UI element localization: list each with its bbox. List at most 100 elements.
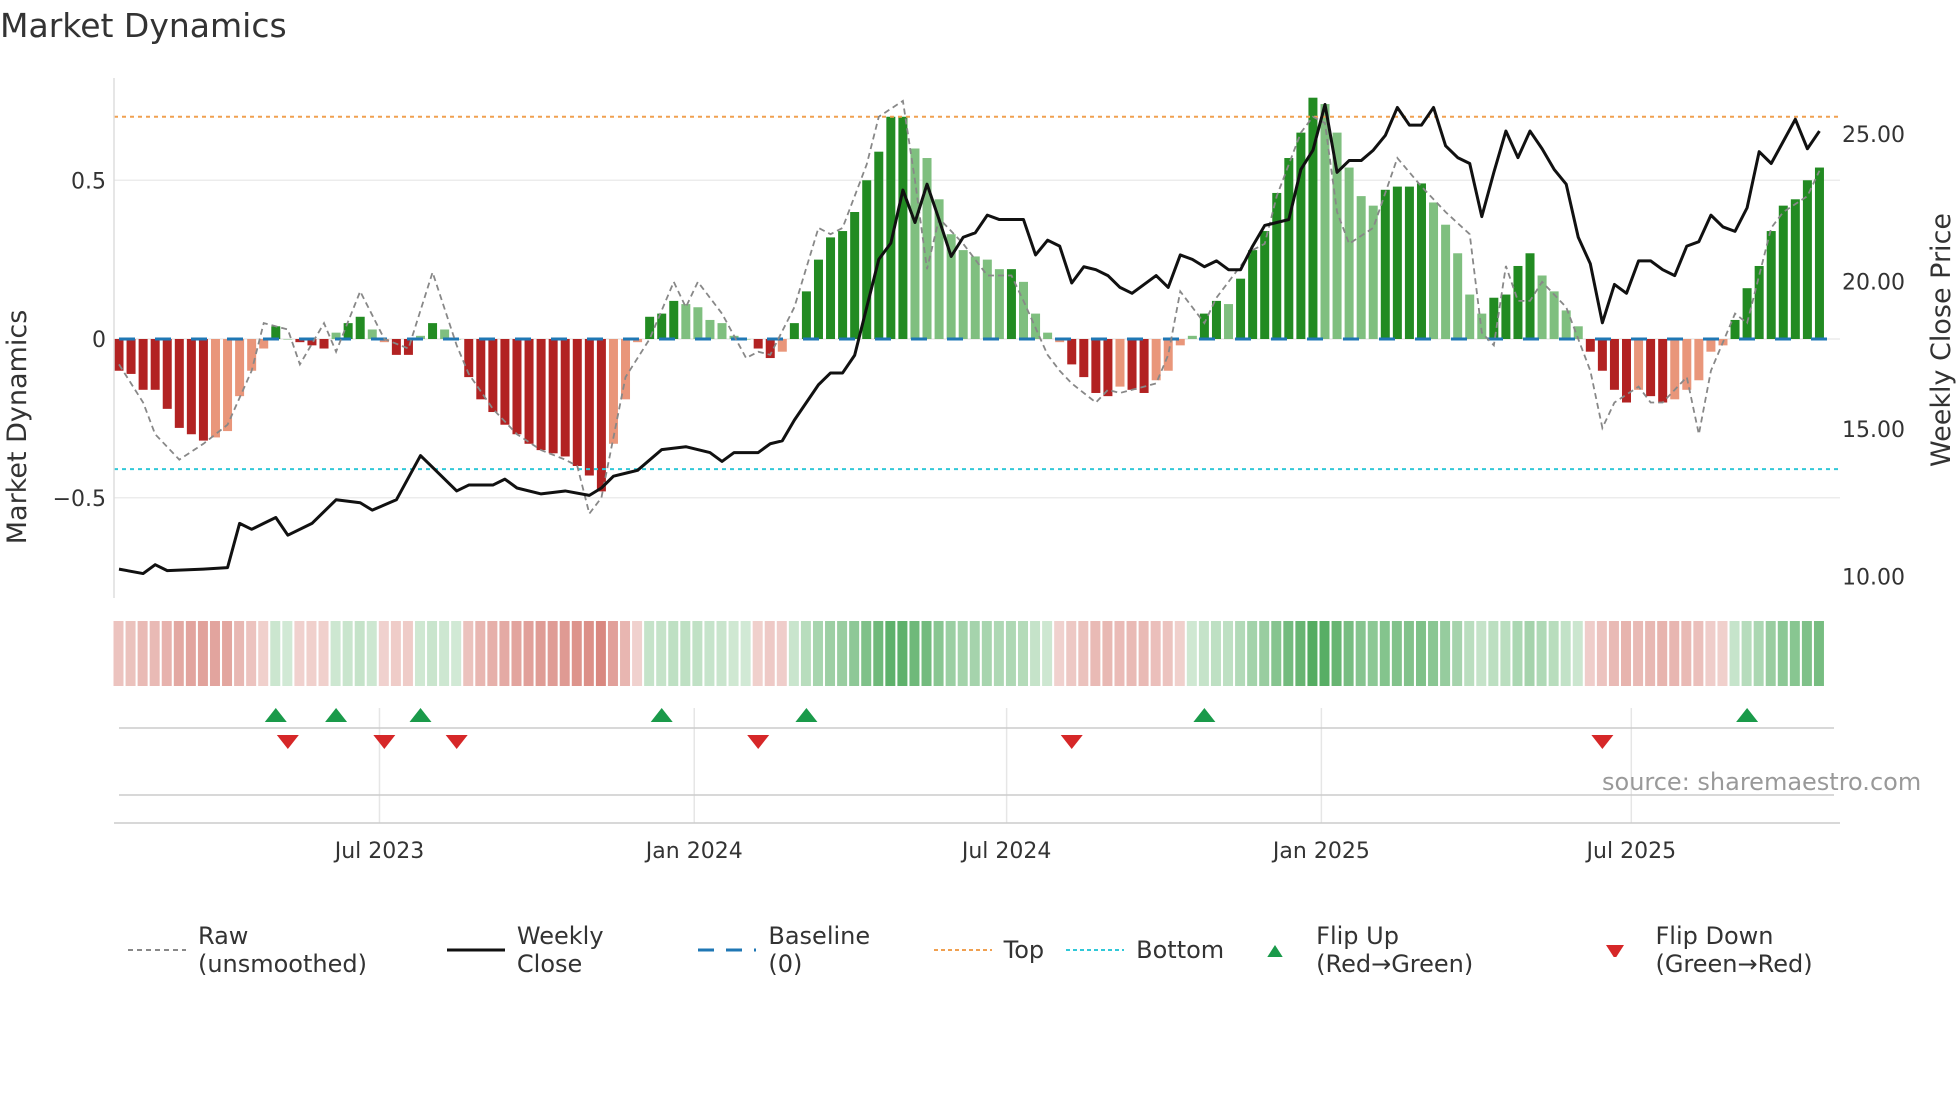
regime-strip-cell: [1054, 621, 1065, 686]
momentum-bar: [548, 339, 558, 454]
legend: Raw (unsmoothed) Weekly Close Baseline (…: [128, 922, 1960, 978]
flip-up-marker: [325, 708, 348, 722]
regime-strip-cell: [306, 621, 317, 686]
regime-strip-cell: [1066, 621, 1077, 686]
momentum-bar: [1489, 297, 1499, 339]
regime-strip-cell: [1379, 621, 1390, 686]
regime-strip-cell: [1090, 621, 1101, 686]
regime-strip-cell: [981, 621, 992, 686]
momentum-bar: [994, 269, 1004, 339]
regime-strip-cell: [390, 621, 401, 686]
momentum-bar: [1356, 196, 1366, 339]
momentum-bar: [801, 291, 811, 339]
regime-strip-cell: [873, 621, 884, 686]
momentum-bar: [1224, 304, 1234, 339]
regime-strip-cell: [125, 621, 136, 686]
regime-strip-cell: [209, 621, 220, 686]
black-line-icon: [446, 948, 505, 952]
legend-top: Top: [933, 936, 1044, 964]
momentum-bar: [524, 339, 534, 444]
regime-strip-cell: [378, 621, 389, 686]
momentum-bar: [681, 304, 691, 339]
momentum-bar: [1368, 205, 1378, 339]
regime-strip-cell: [1657, 621, 1668, 686]
regime-strip-cell: [1584, 621, 1595, 686]
momentum-bar: [1211, 300, 1221, 339]
regime-strip-cell: [330, 621, 341, 686]
momentum-bar: [428, 323, 438, 339]
regime-strip-cell: [1753, 621, 1764, 686]
regime-strip-cell: [1210, 621, 1221, 686]
regime-strip-cell: [511, 621, 522, 686]
y2-tick-label: 10.00: [1842, 566, 1905, 591]
regime-strip-cell: [1428, 621, 1439, 686]
momentum-bar: [1766, 231, 1776, 339]
momentum-bar: [1248, 250, 1258, 339]
regime-strip-cell: [1596, 621, 1607, 686]
y2-tick-label: 15.00: [1842, 418, 1905, 443]
regime-strip-cell: [921, 621, 932, 686]
momentum-bar: [1465, 294, 1475, 339]
momentum-bar: [669, 300, 679, 339]
regime-strip-cell: [294, 621, 305, 686]
legend-bottom: Bottom: [1066, 936, 1224, 964]
momentum-bar: [500, 339, 510, 425]
momentum-bar: [874, 151, 884, 339]
regime-strip-cell: [1078, 621, 1089, 686]
regime-strip-cell: [668, 621, 679, 686]
momentum-bar: [1115, 339, 1125, 387]
regime-strip-cell: [342, 621, 353, 686]
regime-strip-cell: [1126, 621, 1137, 686]
momentum-bar: [621, 339, 631, 400]
regime-strip-cell: [1777, 621, 1788, 686]
momentum-bar: [1151, 339, 1161, 381]
momentum-bar: [1320, 104, 1330, 339]
legend-baseline: Baseline (0): [698, 922, 911, 978]
legend-label: Raw (unsmoothed): [197, 922, 367, 978]
regime-strip-cell: [620, 621, 631, 686]
regime-strip-cell: [161, 621, 172, 686]
flip-up-marker: [650, 708, 673, 722]
regime-strip-cell: [1355, 621, 1366, 686]
regime-strip-cell: [451, 621, 462, 686]
regime-strip-cell: [1331, 621, 1342, 686]
regime-strip-cell: [1572, 621, 1583, 686]
regime-strip-cell: [1319, 621, 1330, 686]
regime-strip-cell: [571, 621, 582, 686]
momentum-bar: [1006, 269, 1016, 339]
momentum-bar: [1694, 339, 1704, 381]
flip-up-marker: [795, 708, 818, 722]
regime-strip-cell: [1138, 621, 1149, 686]
y-tick-label: 0: [92, 328, 106, 353]
regime-strip-cell: [1536, 621, 1547, 686]
momentum-bar: [693, 307, 703, 339]
regime-strip-cell: [1114, 621, 1125, 686]
momentum-bar: [838, 231, 848, 339]
momentum-bar: [1103, 339, 1113, 397]
regime-strip-cell: [149, 621, 160, 686]
momentum-bar: [1079, 339, 1089, 378]
regime-strip-cell: [969, 621, 980, 686]
momentum-bar: [1561, 310, 1571, 339]
regime-strip-cell: [1162, 621, 1173, 686]
regime-strip-cell: [1283, 621, 1294, 686]
regime-strip-cell: [680, 621, 691, 686]
momentum-bar: [1344, 167, 1354, 339]
regime-strip-cell: [909, 621, 920, 686]
momentum-bar: [536, 339, 546, 451]
regime-strip-cell: [1488, 621, 1499, 686]
regime-strip-cell: [1645, 621, 1656, 686]
gray-dashed-line-icon: [128, 949, 186, 951]
regime-strip-cell: [402, 621, 413, 686]
regime-strip-cell: [463, 621, 474, 686]
regime-strip-cell: [861, 621, 872, 686]
regime-strip-cell: [523, 621, 534, 686]
source-label: source: sharemaestro.com: [1602, 768, 1922, 796]
regime-strip-cell: [354, 621, 365, 686]
momentum-bar: [1187, 335, 1197, 339]
x-tick-label: Jul 2023: [333, 839, 425, 864]
regime-strip-cell: [656, 621, 667, 686]
momentum-bar: [186, 339, 196, 435]
momentum-bar: [1416, 183, 1426, 339]
momentum-bar: [1019, 281, 1028, 339]
